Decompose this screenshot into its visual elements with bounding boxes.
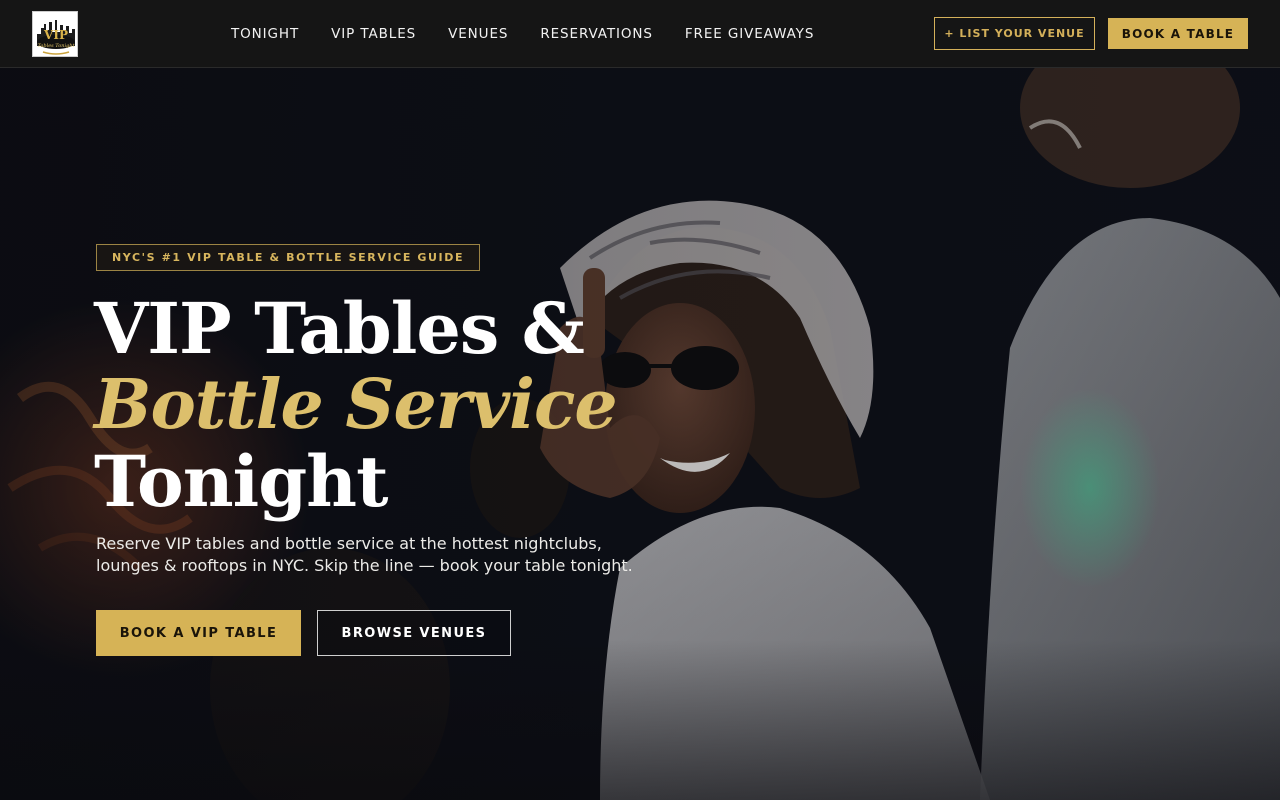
- primary-nav: TONIGHT VIP TABLES VENUES RESERVATIONS F…: [231, 0, 846, 68]
- nav-item-tonight[interactable]: TONIGHT: [231, 26, 299, 42]
- list-your-venue-button[interactable]: + LIST YOUR VENUE: [934, 17, 1095, 50]
- browse-venues-button[interactable]: BROWSE VENUES: [317, 610, 511, 656]
- hero-eyebrow-badge: NYC'S #1 VIP TABLE & BOTTLE SERVICE GUID…: [96, 244, 481, 271]
- site-logo[interactable]: VIP Tables Tonight: [32, 11, 78, 57]
- hero-headline-line2: Bottle Service: [94, 365, 618, 445]
- hero-subcopy: Reserve VIP tables and bottle service at…: [96, 533, 633, 577]
- logo-crest-icon: VIP Tables Tonight: [33, 12, 77, 56]
- book-a-table-button[interactable]: BOOK A TABLE: [1108, 18, 1248, 49]
- hero-bottom-gradient: [0, 640, 1280, 800]
- hero-section: NYC'S #1 VIP TABLE & BOTTLE SERVICE GUID…: [0, 68, 1280, 800]
- hero-subcopy-line2: lounges & rooftops in NYC. Skip the line…: [96, 556, 633, 575]
- hero-headline-line1: VIP Tables &: [94, 287, 585, 370]
- svg-text:Tables Tonight: Tables Tonight: [37, 43, 75, 49]
- nav-item-vip-tables[interactable]: VIP TABLES: [331, 26, 416, 42]
- nav-item-free-giveaways[interactable]: FREE GIVEAWAYS: [685, 26, 814, 42]
- hero-headline-line3: Tonight: [94, 440, 388, 523]
- nav-item-reservations[interactable]: RESERVATIONS: [540, 26, 653, 42]
- hero-headline: VIP Tables & Bottle Service Tonight: [94, 287, 618, 523]
- top-navigation-bar: VIP Tables Tonight TONIGHT VIP TABLES VE…: [0, 0, 1280, 68]
- svg-text:VIP: VIP: [43, 28, 68, 42]
- hero-subcopy-line1: Reserve VIP tables and bottle service at…: [96, 534, 602, 553]
- nav-item-venues[interactable]: VENUES: [448, 26, 508, 42]
- book-vip-table-button[interactable]: BOOK A VIP TABLE: [96, 610, 301, 656]
